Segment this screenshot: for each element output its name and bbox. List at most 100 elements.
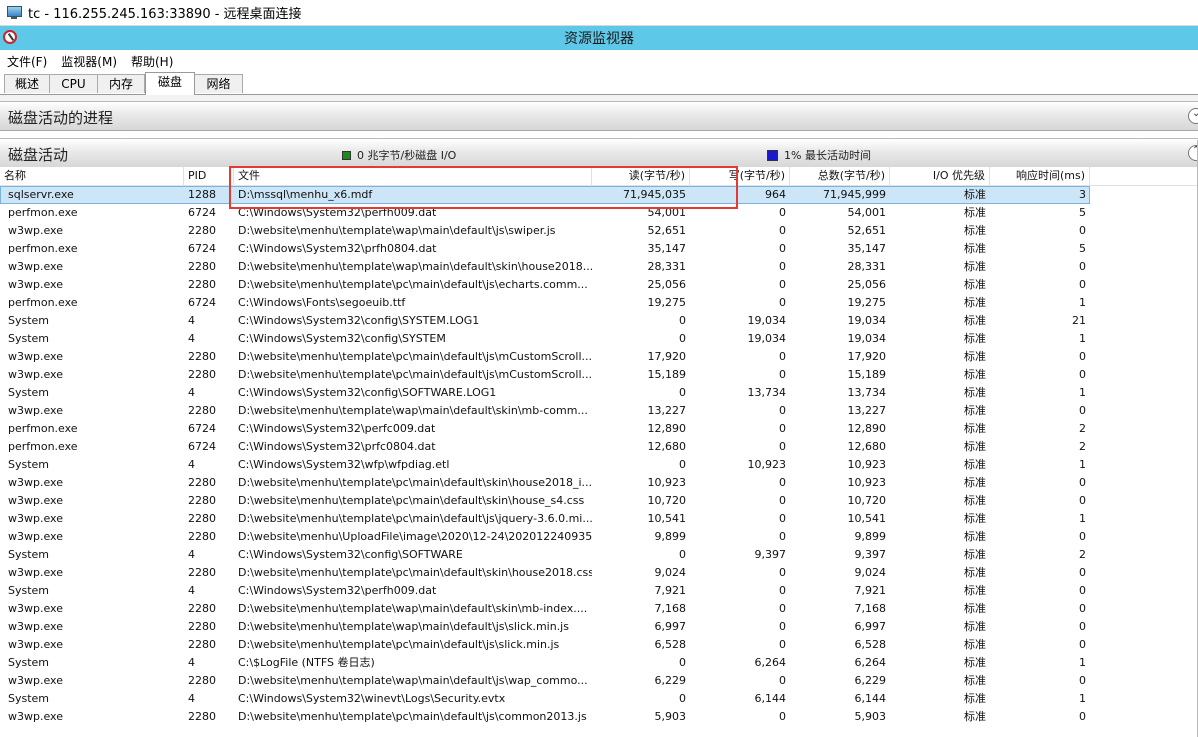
col-header-total[interactable]: 总数(字节/秒) xyxy=(790,167,890,185)
cell-pid: 2280 xyxy=(188,620,216,633)
cell-total: 9,024 xyxy=(854,566,887,579)
table-row[interactable]: System 4 C:\Windows\System32\winevt\Logs\S… xyxy=(0,690,1198,708)
table-row[interactable]: System 4 C:\Windows\System32\config\SOFTWA… xyxy=(0,384,1198,402)
table-row[interactable]: System 4 C:\$LogFile (NTFS 卷日志) 0 6,264 6,264… xyxy=(0,654,1198,672)
table-row[interactable]: w3wp.exe 2280 D:\website\menhu\template\pc… xyxy=(0,348,1198,366)
cell-file: D:\website\menhu\template\pc\main\defaul… xyxy=(238,566,592,579)
tab-overview[interactable]: 概述 xyxy=(4,74,50,93)
cell-write: 0 xyxy=(779,584,786,597)
cell-total: 52,651 xyxy=(847,224,887,237)
table-row[interactable]: perfmon.exe 6724 C:\Windows\System32\perfh… xyxy=(0,204,1198,222)
cell-name: perfmon.exe xyxy=(8,296,78,309)
cell-io-priority: 标准 xyxy=(964,674,986,687)
cell-io-priority: 标准 xyxy=(964,530,986,543)
cell-write: 6,144 xyxy=(754,692,787,705)
table-row[interactable]: perfmon.exe 6724 C:\Windows\System32\prfc0… xyxy=(0,438,1198,456)
cell-read: 25,056 xyxy=(647,278,687,291)
cell-response-time: 2 xyxy=(1079,422,1086,435)
cell-read: 7,168 xyxy=(654,602,687,615)
col-header-pid[interactable]: PID xyxy=(184,167,234,185)
section-disk-processes[interactable]: 磁盘活动的进程 ⌄ xyxy=(0,101,1198,131)
cell-response-time: 0 xyxy=(1079,566,1086,579)
cell-pid: 2280 xyxy=(188,278,216,291)
menu-file[interactable]: 文件(F) xyxy=(0,53,54,70)
table-row[interactable]: System 4 C:\Windows\System32\config\SYSTEM… xyxy=(0,312,1198,330)
cell-file: D:\website\menhu\template\wap\main\defau… xyxy=(238,602,588,615)
table-row[interactable]: w3wp.exe 2280 D:\website\menhu\template\wa… xyxy=(0,222,1198,240)
legend-disk-io-label: 0 兆字节/秒磁盘 I/O xyxy=(357,149,457,162)
cell-pid: 4 xyxy=(188,584,195,597)
tab-network[interactable]: 网络 xyxy=(194,74,243,93)
table-row[interactable]: perfmon.exe 6724 C:\Windows\System32\prfh0… xyxy=(0,240,1198,258)
cell-io-priority: 标准 xyxy=(964,584,986,597)
cell-read: 19,275 xyxy=(647,296,687,309)
cell-total: 6,264 xyxy=(854,656,887,669)
cell-name: w3wp.exe xyxy=(8,530,63,543)
cell-read: 6,528 xyxy=(654,638,687,651)
cell-read: 0 xyxy=(679,314,686,327)
col-header-name[interactable]: 名称 xyxy=(0,167,184,185)
resource-monitor-icon[interactable] xyxy=(3,30,17,44)
table-row[interactable]: w3wp.exe 2280 D:\website\menhu\template\wa… xyxy=(0,402,1198,420)
section-disk-activity[interactable]: 磁盘活动 0 兆字节/秒磁盘 I/O 1% 最长活动时间 ⌃ xyxy=(0,138,1198,168)
cell-pid: 2280 xyxy=(188,638,216,651)
tab-cpu[interactable]: CPU xyxy=(49,74,98,93)
table-row[interactable]: w3wp.exe 2280 D:\website\menhu\template\pc… xyxy=(0,510,1198,528)
cell-file: C:\Windows\System32\prfh0804.dat xyxy=(238,242,437,255)
col-header-file[interactable]: 文件 xyxy=(234,167,592,185)
table-row[interactable]: w3wp.exe 2280 D:\website\menhu\template\wa… xyxy=(0,600,1198,618)
table-row[interactable]: w3wp.exe 2280 D:\website\menhu\template\pc… xyxy=(0,636,1198,654)
cell-name: w3wp.exe xyxy=(8,224,63,237)
cell-file: C:\Windows\System32\config\SYSTEM.LOG1 xyxy=(238,314,480,327)
tab-memory[interactable]: 内存 xyxy=(97,74,145,93)
col-header-write[interactable]: 写(字节/秒) xyxy=(690,167,790,185)
tab-disk[interactable]: 磁盘 xyxy=(145,72,195,95)
cell-pid: 6724 xyxy=(188,206,216,219)
cell-response-time: 1 xyxy=(1079,512,1086,525)
table-row[interactable]: w3wp.exe 2280 D:\website\menhu\template\wa… xyxy=(0,258,1198,276)
table-row[interactable]: w3wp.exe 2280 D:\website\menhu\template\wa… xyxy=(0,672,1198,690)
table-row[interactable]: System 4 C:\Windows\System32\perfh009.dat 7… xyxy=(0,582,1198,600)
cell-file: D:\website\menhu\template\pc\main\defaul… xyxy=(238,710,587,723)
cell-read: 10,923 xyxy=(647,476,687,489)
cell-pid: 6724 xyxy=(188,440,216,453)
cell-response-time: 0 xyxy=(1079,674,1086,687)
cell-pid: 4 xyxy=(188,314,195,327)
cell-io-priority: 标准 xyxy=(964,188,986,201)
table-row[interactable]: w3wp.exe 2280 D:\website\menhu\template\pc… xyxy=(0,474,1198,492)
cell-file: C:\Windows\System32\config\SOFTWARE.LOG1 xyxy=(238,386,497,399)
table-row[interactable]: System 4 C:\Windows\System32\config\SYSTEM… xyxy=(0,330,1198,348)
cell-read: 7,921 xyxy=(654,584,687,597)
table-row[interactable]: System 4 C:\Windows\System32\wfp\wfpdiag.e… xyxy=(0,456,1198,474)
cell-pid: 2280 xyxy=(188,566,216,579)
table-row[interactable]: sqlservr.exe 1288 D:\mssql\menhu_x6.mdf 71,… xyxy=(0,186,1090,204)
cell-pid: 6724 xyxy=(188,422,216,435)
table-row[interactable]: w3wp.exe 2280 D:\website\menhu\template\pc… xyxy=(0,366,1198,384)
cell-read: 17,920 xyxy=(647,350,687,363)
cell-read: 9,899 xyxy=(654,530,687,543)
cell-file: C:\Windows\System32\prfc0804.dat xyxy=(238,440,436,453)
cell-response-time: 1 xyxy=(1079,656,1086,669)
table-row[interactable]: perfmon.exe 6724 C:\Windows\Fonts\segoeuib… xyxy=(0,294,1198,312)
table-row[interactable]: w3wp.exe 2280 D:\website\menhu\template\wa… xyxy=(0,618,1198,636)
col-header-read[interactable]: 读(字节/秒) xyxy=(592,167,690,185)
menu-help[interactable]: 帮助(H) xyxy=(124,53,180,70)
table-row[interactable]: System 4 C:\Windows\System32\config\SOFTWA… xyxy=(0,546,1198,564)
legend-disk-io: 0 兆字节/秒磁盘 I/O xyxy=(342,147,456,163)
table-row[interactable]: w3wp.exe 2280 D:\website\menhu\template\pc… xyxy=(0,708,1198,726)
table-row[interactable]: w3wp.exe 2280 D:\website\menhu\template\pc… xyxy=(0,564,1198,582)
section-title-processes: 磁盘活动的进程 xyxy=(8,109,114,127)
expand-icon[interactable]: ⌄ xyxy=(1188,108,1198,124)
cell-total: 7,921 xyxy=(854,584,887,597)
cell-pid: 4 xyxy=(188,386,195,399)
cell-write: 0 xyxy=(779,242,786,255)
col-header-io-priority[interactable]: I/O 优先级 xyxy=(890,167,990,185)
table-row[interactable]: w3wp.exe 2280 D:\website\menhu\template\pc… xyxy=(0,276,1198,294)
table-row[interactable]: perfmon.exe 6724 C:\Windows\System32\perfc… xyxy=(0,420,1198,438)
menu-monitor[interactable]: 监视器(M) xyxy=(54,53,124,70)
col-header-response-time[interactable]: 响应时间(ms) xyxy=(990,167,1090,185)
cell-total: 13,227 xyxy=(847,404,887,417)
table-row[interactable]: w3wp.exe 2280 D:\website\menhu\template\pc… xyxy=(0,492,1198,510)
cell-file: C:\Windows\System32\wfp\wfpdiag.etl xyxy=(238,458,450,471)
table-row[interactable]: w3wp.exe 2280 D:\website\menhu\UploadFile\… xyxy=(0,528,1198,546)
